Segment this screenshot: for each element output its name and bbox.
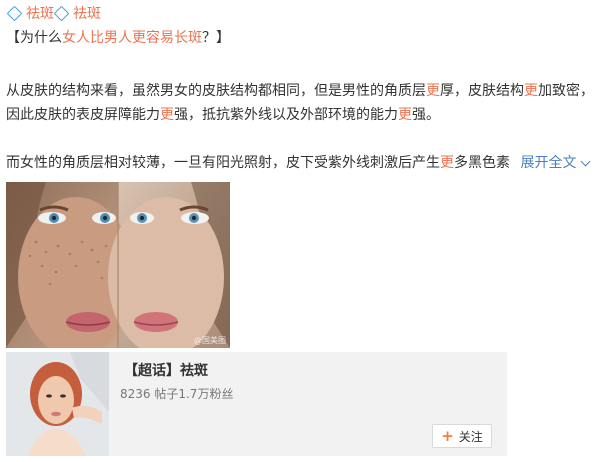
follow-button[interactable]: + 关注	[432, 424, 492, 448]
text-span: 厚，皮肤结构	[440, 83, 524, 99]
post-title: 【为什么女人比男人更容易长斑？】	[6, 29, 230, 47]
topic-tag-link[interactable]: 祛斑	[26, 6, 54, 22]
chevron-down-icon	[581, 156, 591, 166]
woman-portrait-image	[6, 352, 109, 456]
highlight-text: 更	[524, 83, 538, 99]
topic-tags: 祛斑 祛斑	[6, 5, 103, 23]
text-span: 而女性的角质层相对较薄，一旦有阳光照射，皮下受紫外线刺激后产生	[6, 155, 440, 171]
expand-full-text-link[interactable]: 展开全文	[520, 155, 591, 171]
highlight-text: 更	[426, 83, 440, 99]
title-highlight: 女人比男人更容易长斑	[62, 30, 202, 46]
follow-label: 关注	[458, 429, 483, 444]
plus-icon: +	[441, 427, 454, 445]
paragraph-2: 而女性的角质层相对较薄，一旦有阳光照射，皮下受紫外线刺激后产生更多黑色素 展开全…	[6, 154, 591, 172]
super-topic-icon	[6, 5, 23, 21]
title-bracket-open: 【为什么	[6, 30, 62, 46]
title-bracket-close: ？】	[202, 30, 230, 46]
post-image[interactable]: @国美图	[6, 182, 230, 348]
topic-tag-link[interactable]: 祛斑	[73, 6, 101, 22]
text-span: 因此皮肤的表皮屏障能力	[6, 107, 160, 123]
highlight-text: 更	[398, 107, 412, 123]
paragraph-1-line-2: 因此皮肤的表皮屏障能力更强，抵抗紫外线以及外部环境的能力更强。	[6, 106, 440, 124]
text-span: 多黑色素	[454, 155, 510, 171]
card-title[interactable]: 【超话】祛斑	[124, 360, 208, 380]
card-thumbnail	[6, 352, 109, 456]
text-span: 强，抵抗紫外线以及外部环境的能力	[174, 107, 398, 123]
expand-label: 展开全文	[520, 155, 577, 171]
super-topic-card[interactable]: 【超话】祛斑 8236 帖子1.7万粉丝 + 关注	[6, 352, 507, 456]
super-topic-icon	[53, 5, 70, 21]
highlight-text: 更	[440, 155, 454, 171]
paragraph-1-line-1: 从皮肤的结构来看，虽然男女的皮肤结构都相同，但是男性的角质层更厚，皮肤结构更加致…	[6, 82, 594, 100]
card-stats: 8236 帖子1.7万粉丝	[120, 387, 234, 401]
text-span: 加致密，	[538, 83, 594, 99]
image-watermark: @国美图	[194, 335, 226, 345]
highlight-text: 更	[160, 107, 174, 123]
text-span: 强。	[412, 107, 440, 123]
text-span: 从皮肤的结构来看，虽然男女的皮肤结构都相同，但是男性的角质层	[6, 83, 426, 99]
freckled-faces-photo: @国美图	[6, 182, 230, 348]
